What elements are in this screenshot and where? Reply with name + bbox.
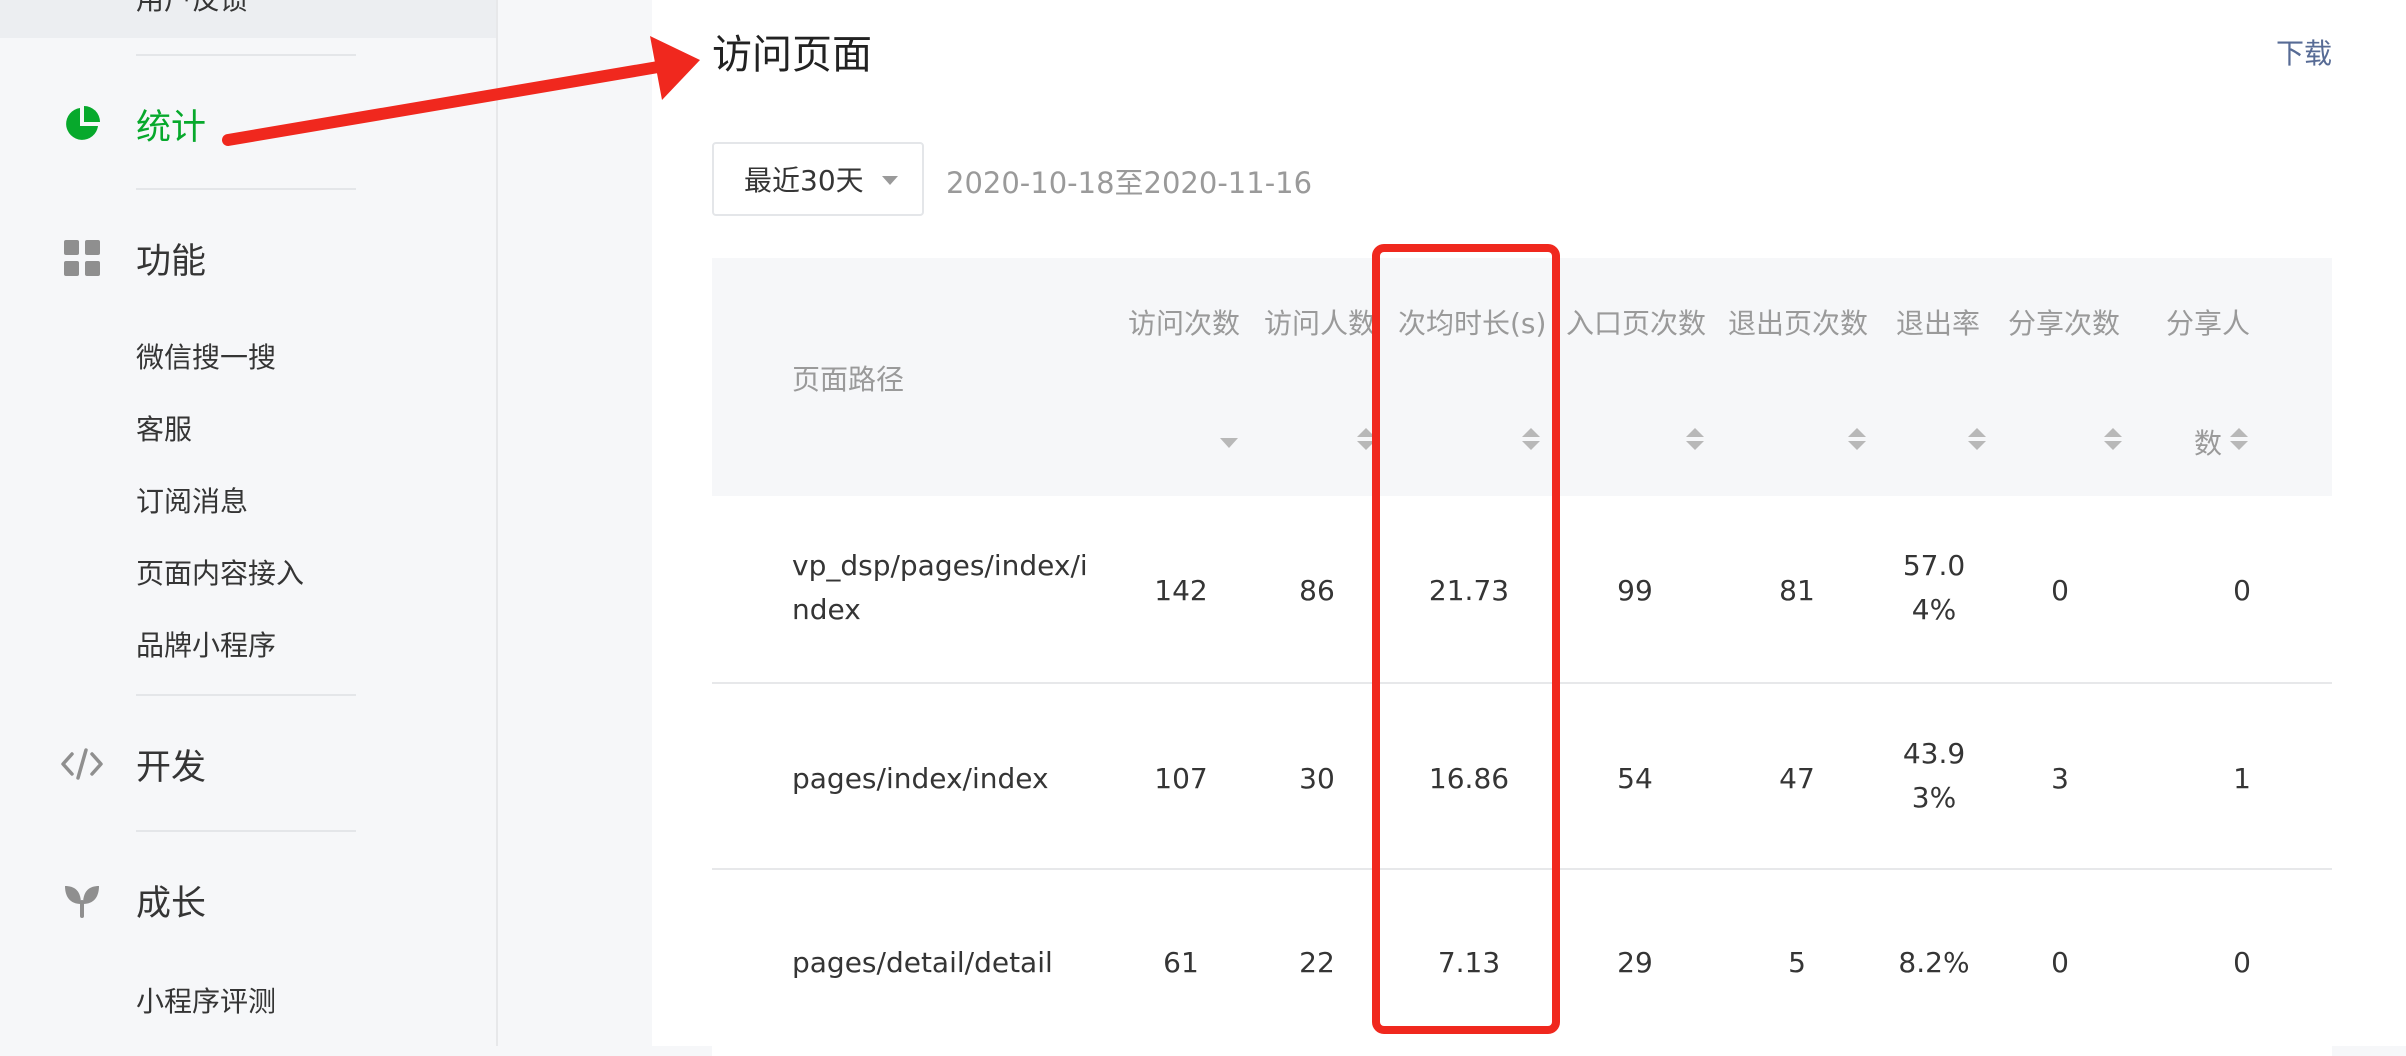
divider <box>136 830 356 832</box>
sidebar-subitem-wechat-search[interactable]: 微信搜一搜 <box>136 336 276 376</box>
header-page-path: 页面路径 <box>792 363 905 396</box>
header-entry-count[interactable]: 入口页次数 <box>1566 302 1706 342</box>
sort-icon[interactable] <box>2104 428 2122 452</box>
download-link[interactable]: 下载 <box>2276 32 2332 72</box>
date-range-text: 2020-10-18至2020-11-16 <box>946 166 1313 200</box>
sidebar-subitem-miniprogram-review[interactable]: 小程序评测 <box>136 980 276 1020</box>
cell-share-count: 0 <box>2051 946 2069 979</box>
page-title: 访问页面 <box>712 32 872 78</box>
cell-page-path: pages/index/index <box>792 762 1049 795</box>
sidebar-subitem-brand-miniprogram[interactable]: 品牌小程序 <box>136 624 276 664</box>
cell-visitors: 86 <box>1299 574 1335 607</box>
header-visitors[interactable]: 访问人数 <box>1264 302 1376 342</box>
date-range-select[interactable]: 最近30天 <box>712 142 924 216</box>
divider <box>136 188 356 190</box>
sort-icon[interactable] <box>1686 428 1704 452</box>
date-select-value: 最近30天 <box>744 164 864 197</box>
sidebar-subitem-page-content[interactable]: 页面内容接入 <box>136 552 304 592</box>
cell-page-path: vp_dsp/pages/index/index <box>792 549 1088 626</box>
cell-sharers: 0 <box>2233 574 2251 607</box>
cell-entry-count: 99 <box>1617 574 1653 607</box>
cell-visits: 142 <box>1154 574 1208 607</box>
cell-sharers: 0 <box>2233 946 2251 979</box>
sidebar: 用户反馈 统计 功能 微信搜一搜 客服 订阅消息 页面内容接入 品牌小程序 <box>0 0 496 1046</box>
cell-avg-duration: 7.13 <box>1437 946 1501 979</box>
sidebar-item-feedback[interactable]: 用户反馈 <box>136 0 248 18</box>
cell-visitors: 30 <box>1299 762 1335 795</box>
cell-entry-count: 54 <box>1617 762 1653 795</box>
sidebar-item-development[interactable]: 开发 <box>0 724 496 804</box>
divider <box>136 694 356 696</box>
table-row: vp_dsp/pages/index/index 142 86 21.73 99… <box>712 496 2332 682</box>
header-share-count[interactable]: 分享次数 <box>2008 302 2120 342</box>
sort-icon[interactable] <box>2230 428 2248 452</box>
cell-avg-duration: 21.73 <box>1428 574 1510 607</box>
sidebar-item-label: 成长 <box>136 883 207 924</box>
cell-avg-duration: 16.86 <box>1428 762 1510 795</box>
chevron-down-icon <box>882 176 898 185</box>
sidebar-item-statistics[interactable]: 统计 <box>0 84 496 164</box>
header-sharers-wrap: 数 <box>2194 427 2223 460</box>
cell-visits: 61 <box>1163 946 1199 979</box>
header-avg-duration[interactable]: 次均时长(s) <box>1398 302 1546 342</box>
sidebar-item-label: 开发 <box>136 747 207 788</box>
cell-share-count: 3 <box>2051 762 2069 795</box>
content-gutter <box>498 0 652 1046</box>
sort-icon[interactable] <box>1357 428 1375 452</box>
sidebar-item-growth[interactable]: 成长 <box>0 860 496 940</box>
cell-page-path: pages/detail/detail <box>792 946 1053 979</box>
header-visits[interactable]: 访问次数 <box>1128 302 1240 342</box>
cell-exit-count: 81 <box>1779 574 1815 607</box>
cell-exit-rate: 43.93% <box>1902 737 1966 814</box>
sidebar-subitem-subscription-message[interactable]: 订阅消息 <box>136 480 248 520</box>
cell-exit-count: 47 <box>1779 762 1815 795</box>
pie-chart-icon <box>60 102 104 146</box>
code-icon <box>60 742 104 786</box>
sort-icon[interactable] <box>1848 428 1866 452</box>
cell-exit-count: 5 <box>1788 946 1806 979</box>
grid-icon <box>60 236 104 280</box>
sidebar-item-features[interactable]: 功能 <box>0 218 496 298</box>
table-row: pages/index/index 107 30 16.86 54 47 43.… <box>712 684 2332 870</box>
cell-entry-count: 29 <box>1617 946 1653 979</box>
sprout-icon <box>60 878 104 922</box>
sort-desc-icon[interactable] <box>1220 438 1238 448</box>
cell-exit-rate: 8.2% <box>1898 946 1970 979</box>
divider <box>136 54 356 56</box>
cell-sharers: 1 <box>2233 762 2251 795</box>
sort-icon[interactable] <box>1522 428 1540 452</box>
sidebar-item-label: 功能 <box>136 241 207 282</box>
cell-share-count: 0 <box>2051 574 2069 607</box>
table-header: 页面路径 访问次数 访问人数 次均时长(s) 入口页次数 退出页次数 退出率 分… <box>712 258 2332 496</box>
cell-visitors: 22 <box>1299 946 1335 979</box>
table-row: pages/detail/detail 61 22 7.13 29 5 8.2%… <box>712 870 2332 1056</box>
sidebar-item-label: 统计 <box>136 107 207 148</box>
header-exit-count[interactable]: 退出页次数 <box>1728 302 1868 342</box>
header-exit-rate[interactable]: 退出率 <box>1896 302 1980 342</box>
sidebar-subitem-customer-service[interactable]: 客服 <box>136 408 192 448</box>
sort-icon[interactable] <box>1968 428 1986 452</box>
cell-visits: 107 <box>1154 762 1208 795</box>
header-sharers[interactable]: 分享人 <box>2166 302 2250 342</box>
cell-exit-rate: 57.04% <box>1902 549 1966 626</box>
